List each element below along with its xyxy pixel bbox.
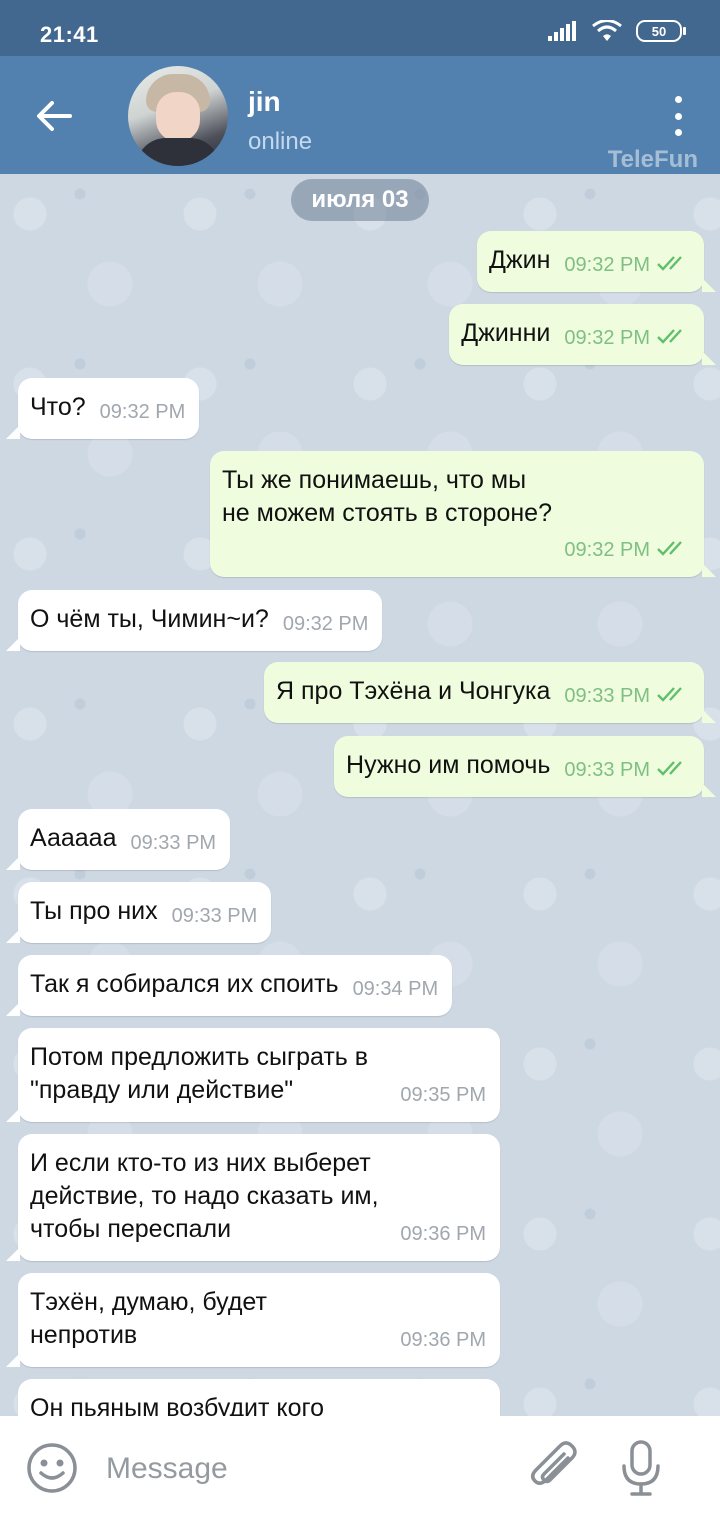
message-bubble-outgoing[interactable]: Я про Тэхёна и Чонгука 09:33 PM <box>264 662 716 723</box>
double-check-icon <box>657 329 682 344</box>
attach-icon[interactable] <box>528 1438 582 1498</box>
message-text: Что? <box>30 393 86 421</box>
double-check-icon <box>657 256 682 271</box>
more-options-icon[interactable] <box>666 96 690 136</box>
message-text: Джин <box>488 246 551 274</box>
message-bubble-incoming[interactable]: Так я собирался их споить 09:34 PM <box>5 955 453 1016</box>
message-time: 09:33 PM <box>564 685 650 707</box>
message-time: 09:32 PM <box>99 401 186 423</box>
status-time: 21:41 <box>40 22 99 47</box>
message-text: Я про Тэхёна и Чонгука <box>276 677 551 705</box>
message-bubble-incoming[interactable]: Ты про них 09:33 PM <box>5 882 272 943</box>
watermark: TeleFun <box>607 146 698 173</box>
message-text: Аааааа <box>30 824 117 852</box>
message-bubble-incoming[interactable]: Тэхён, думаю, будет непротив 09:36 PM <box>6 1273 500 1367</box>
message-bubble-outgoing[interactable]: Нужно им помочь 09:33 PM <box>334 736 716 797</box>
contact-name[interactable]: jin <box>248 86 281 118</box>
message-text: Так я собирался их споить <box>30 970 339 998</box>
message-meta: 09:33 PM <box>564 754 690 787</box>
message-input[interactable] <box>104 1446 498 1492</box>
message-meta: 09:33 PM <box>564 680 690 713</box>
message-text: О чём ты, Чимин~и? <box>30 605 269 633</box>
message-meta: 09:32 PM <box>222 534 690 567</box>
message-time: 09:32 PM <box>282 613 369 635</box>
message-bubble-incoming[interactable]: Что? 09:32 PM <box>5 378 200 439</box>
message-bubble-incoming[interactable]: О чём ты, Чимин~и? 09:32 PM <box>5 590 383 651</box>
message-text: Он пьяным возбудит кого <box>30 1394 324 1416</box>
double-check-icon <box>657 541 682 556</box>
message-time: 09:34 PM <box>352 978 439 1000</box>
avatar-face <box>156 92 200 142</box>
chat-area[interactable]: июля 03 Джин 09:32 PM Джинни 09:32 PM Что?… <box>0 174 720 1416</box>
message-time: 09:33 PM <box>564 759 650 781</box>
message-bubble-outgoing[interactable]: Джин 09:32 PM <box>476 231 717 292</box>
emoji-icon[interactable] <box>26 1442 78 1494</box>
message-bubble-incoming[interactable]: Он пьяным возбудит кого <box>18 1379 500 1416</box>
message-time: 09:32 PM <box>564 539 650 561</box>
status-bar: 21:41 50 <box>0 0 720 56</box>
signal-icon <box>548 21 576 41</box>
message-meta: 09:32 PM <box>564 249 690 282</box>
message-bubble-incoming[interactable]: Аааааа 09:33 PM <box>5 809 231 870</box>
message-text: Джинни <box>461 319 551 347</box>
avatar-body <box>136 138 220 166</box>
date-separator: июля 03 <box>291 179 429 221</box>
message-meta: 09:32 PM <box>564 322 690 355</box>
double-check-icon <box>657 761 682 776</box>
message-text: Ты же понимаешь, что мы не можем стоять … <box>222 466 552 527</box>
message-bubble-outgoing[interactable]: Джинни 09:32 PM <box>449 304 716 365</box>
battery-icon: 50 <box>636 20 686 42</box>
message-bubble-incoming[interactable]: И если кто-то из них выберет действие, т… <box>6 1134 500 1261</box>
contact-status: online <box>248 128 313 155</box>
wifi-icon <box>592 20 622 41</box>
microphone-icon[interactable] <box>618 1438 664 1498</box>
back-arrow-icon[interactable] <box>30 92 78 140</box>
avatar[interactable] <box>128 66 228 166</box>
status-icons: 50 <box>548 20 686 42</box>
message-time: 09:32 PM <box>564 327 650 349</box>
message-text: Ты про них <box>30 897 158 925</box>
message-composer <box>0 1416 720 1520</box>
message-time: 09:33 PM <box>130 832 217 854</box>
message-bubble-incoming[interactable]: Потом предложить сыграть в "правду или д… <box>6 1028 500 1122</box>
message-text: Нужно им помочь <box>346 751 551 779</box>
battery-level: 50 <box>651 23 667 39</box>
message-bubble-outgoing[interactable]: Ты же понимаешь, что мы не можем стоять … <box>210 451 716 577</box>
message-time: 09:32 PM <box>564 254 650 276</box>
message-time: 09:33 PM <box>171 905 258 927</box>
double-check-icon <box>657 687 682 702</box>
